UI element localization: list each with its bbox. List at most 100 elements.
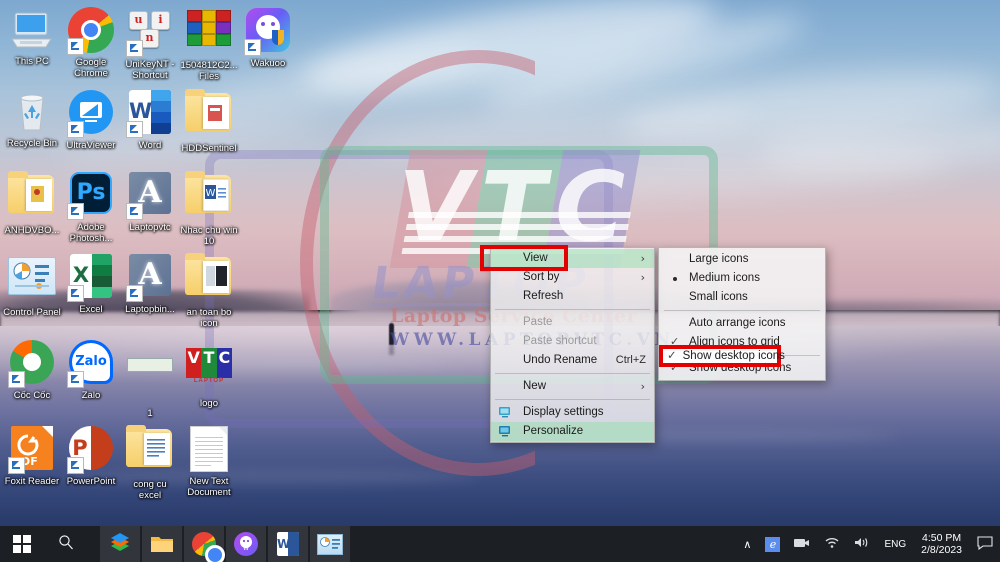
- desktop-icon-control-panel[interactable]: Control Panel: [3, 252, 61, 319]
- desktop-icon-label: cong cu excel: [133, 479, 167, 501]
- desktop-icon-archive-files[interactable]: 1504812C2... Files: [180, 6, 238, 82]
- context-menu-item-personalize[interactable]: Personalize: [491, 422, 654, 441]
- submenu-item-small-icons[interactable]: Small icons: [659, 288, 825, 307]
- desktop-icon-label: Nhac chu win 10: [180, 225, 238, 247]
- desktop-icon-laptopbin-font[interactable]: A Laptopbin...: [121, 252, 179, 316]
- ultraviewer-icon: [794, 537, 810, 552]
- shortcut-overlay-icon: [67, 121, 84, 138]
- shortcut-overlay-icon: [126, 121, 143, 138]
- desktop-icon-label: Excel: [79, 304, 103, 315]
- folder-icon: [185, 89, 233, 141]
- system-tray[interactable]: ∧ e ENG 4:50 PM 2/8/2023: [736, 526, 1000, 562]
- chevron-right-icon: ›: [640, 380, 645, 393]
- tray-icon-ultraviewer[interactable]: [787, 526, 817, 562]
- taskbar-app-chrome[interactable]: [184, 526, 225, 562]
- desktop-icon-image-1[interactable]: 1: [121, 338, 179, 420]
- taskbar-app-file-explorer[interactable]: [142, 526, 182, 562]
- desktop-icon-excel[interactable]: X Excel: [62, 252, 120, 316]
- image-file-icon: [126, 358, 174, 406]
- context-menu-item-undo-rename[interactable]: Undo Rename Ctrl+Z: [491, 351, 654, 370]
- desktop-icon-coc-coc[interactable]: Cốc Cốc: [3, 338, 61, 402]
- desktop-icon-wakuoo[interactable]: Wakuoo: [239, 6, 297, 70]
- tray-language-indicator[interactable]: ENG: [877, 526, 913, 562]
- powerpoint-icon: P: [67, 426, 115, 474]
- taskbar-app-word[interactable]: W: [268, 526, 308, 562]
- shortcut-overlay-icon: [67, 285, 84, 302]
- wifi-icon: [824, 536, 840, 552]
- notification-icon: [977, 535, 993, 553]
- desktop-icon-an-toan-bo-icon[interactable]: an toan bo icon: [180, 252, 238, 329]
- submenu-item-medium-icons[interactable]: Medium icons: [659, 269, 825, 288]
- desktop-icon-unikeynt[interactable]: u i n UniKeyNT - Shortcut: [121, 6, 179, 81]
- clock-date: 2/8/2023: [921, 544, 962, 556]
- tray-overflow-button[interactable]: ∧: [736, 526, 758, 562]
- desktop-icon-label: Google Chrome: [74, 57, 108, 79]
- photoshop-icon: Ps: [67, 172, 115, 220]
- shortcut-overlay-icon: [67, 38, 84, 55]
- context-menu-item-label: Undo Rename: [523, 354, 598, 366]
- menu-separator: [495, 309, 650, 310]
- taskbar-app-control-panel[interactable]: [310, 526, 350, 562]
- folder-word-icon: W: [185, 171, 233, 223]
- shortcut-overlay-icon: [244, 39, 261, 56]
- desktop-icon-label: Foxit Reader: [4, 476, 60, 487]
- desktop-icon-label: ANHDVBO...: [4, 225, 60, 236]
- taskbar-app-bluestacks[interactable]: [100, 526, 140, 562]
- desktop-icon-label: UltraViewer: [66, 140, 116, 151]
- svg-text:W: W: [206, 188, 216, 199]
- taskbar-app-wakuoo[interactable]: W: [226, 526, 266, 562]
- desktop-icon-new-text-document[interactable]: New Text Document: [180, 424, 238, 498]
- submenu-item-label: Large icons: [689, 253, 749, 265]
- action-center-button[interactable]: [970, 526, 1000, 562]
- context-menu-item-display-settings[interactable]: Display settings: [491, 403, 654, 422]
- chevron-right-icon: ›: [640, 271, 645, 284]
- desktop-icon-logo[interactable]: VTC LAPTOP logo: [180, 338, 238, 410]
- context-menu-item-paste-shortcut: Paste shortcut: [491, 332, 654, 351]
- shortcut-overlay-icon: [8, 371, 25, 388]
- desktop-icon-hddsentinel[interactable]: HDDSentinel: [180, 88, 238, 155]
- desktop-icon-word[interactable]: W Word: [121, 88, 179, 152]
- shortcut-overlay-icon: [67, 203, 84, 220]
- start-button[interactable]: [0, 526, 44, 562]
- context-menu-item-label: Personalize: [523, 425, 584, 437]
- desktop-icon-label: 1: [147, 408, 153, 419]
- unikey-icon: u i n: [126, 9, 174, 57]
- desktop-icon-label: Adobe Photosh...: [69, 222, 113, 244]
- taskbar-clock[interactable]: 4:50 PM 2/8/2023: [913, 532, 970, 556]
- submenu-item-large-icons[interactable]: Large icons: [659, 250, 825, 269]
- context-menu-item-accelerator: Ctrl+Z: [615, 354, 646, 366]
- desktop-icon-google-chrome[interactable]: Google Chrome: [62, 6, 120, 79]
- desktop-icon-powerpoint[interactable]: P PowerPoint: [62, 424, 120, 488]
- desktop-icon-grid: This PC Google Chrome u i n UniKeyNT - S…: [0, 0, 290, 520]
- context-menu-item-label: Paste: [523, 316, 553, 328]
- desktop-icon-anhdvbo[interactable]: ANHDVBO...: [3, 170, 61, 237]
- person-silhouette: [389, 323, 394, 345]
- desktop-icon-ultraviewer[interactable]: UltraViewer: [62, 88, 120, 152]
- tray-icon-ie[interactable]: e: [758, 526, 787, 562]
- radio-bullet-icon: [673, 277, 677, 281]
- tray-icon-wifi[interactable]: [817, 526, 847, 562]
- context-menu-item-refresh[interactable]: Refresh: [491, 287, 654, 306]
- wakuoo-icon: [244, 8, 292, 56]
- desktop-icon-nhac-chu-win-10[interactable]: W Nhac chu win 10: [180, 170, 238, 247]
- desktop-icon-laptopvtc-font[interactable]: A Laptopvtc: [121, 170, 179, 234]
- desktop-icon-foxit-reader[interactable]: PDF Foxit Reader: [3, 424, 61, 488]
- context-menu-item-new[interactable]: New ›: [491, 377, 654, 396]
- desktop-icon-label: Wakuoo: [250, 58, 286, 69]
- desktop-icon-cong-cu-excel[interactable]: cong cu excel: [121, 424, 179, 501]
- desktop-context-menu[interactable]: View › Sort by › Refresh Paste Paste sho…: [490, 247, 655, 443]
- taskbar[interactable]: W W ∧ e ENG 4:50 PM 2/8/2023: [0, 526, 1000, 562]
- desktop-icon-recycle-bin[interactable]: Recycle Bin: [3, 88, 61, 150]
- chevron-up-icon: ∧: [743, 538, 752, 551]
- desktop-icon-adobe-photoshop[interactable]: Ps Adobe Photosh...: [62, 170, 120, 244]
- context-menu-item-label: Refresh: [523, 290, 564, 302]
- control-panel-icon: [8, 257, 56, 305]
- desktop-icon-zalo[interactable]: Zalo: [62, 338, 120, 402]
- tray-icon-volume[interactable]: [847, 526, 877, 562]
- search-button[interactable]: [44, 526, 88, 562]
- menu-separator: [664, 310, 820, 311]
- windows-logo-icon: [13, 535, 31, 553]
- desktop-icon-this-pc[interactable]: This PC: [3, 6, 61, 68]
- submenu-item-auto-arrange-icons[interactable]: Auto arrange icons: [659, 314, 825, 333]
- language-label: ENG: [884, 538, 907, 550]
